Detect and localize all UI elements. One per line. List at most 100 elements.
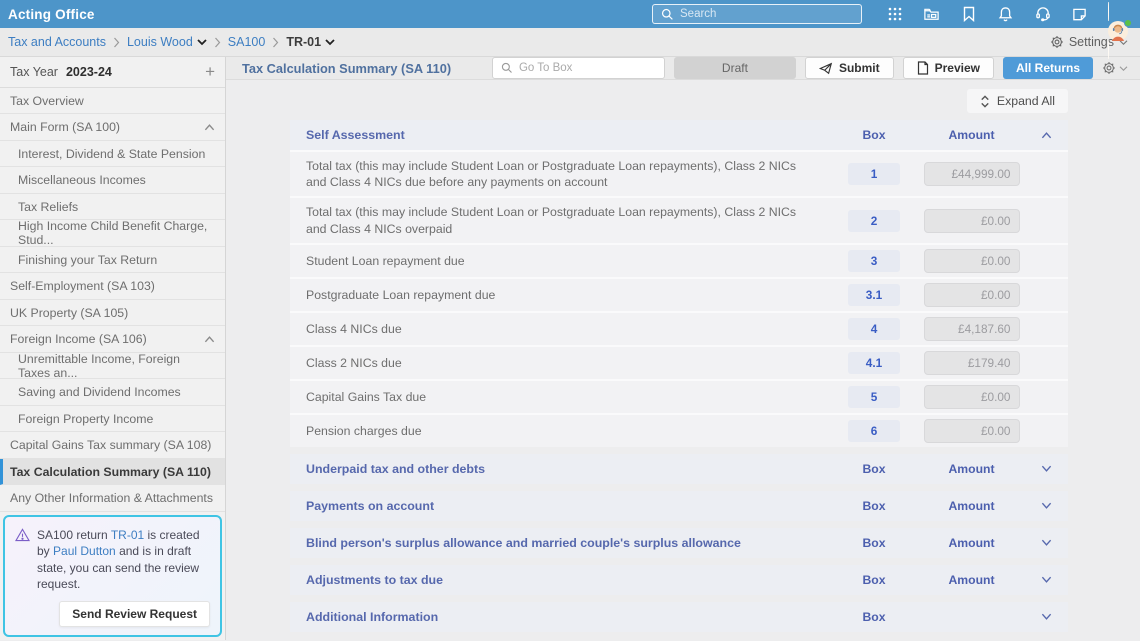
box-number: 3 <box>848 249 900 272</box>
sidebar-item[interactable]: Capital Gains Tax summary (SA 108) <box>0 432 225 459</box>
bookmark-icon[interactable] <box>960 6 977 23</box>
draft-status-button[interactable]: Draft <box>673 57 796 79</box>
row-label: Class 4 NICs due <box>306 321 402 336</box>
workspace-folder-icon[interactable] <box>923 6 940 23</box>
page-settings-menu[interactable] <box>1102 61 1128 75</box>
section-header[interactable]: Adjustments to tax due Box Amount <box>290 564 1068 595</box>
chevron-up-icon <box>204 123 215 132</box>
user-avatar[interactable] <box>1108 2 1132 59</box>
support-headset-icon[interactable] <box>1034 6 1051 23</box>
table-row: Total tax (this may include Student Loan… <box>290 196 1068 243</box>
review-notice: SA100 return TR-01 is created by Paul Du… <box>3 514 222 637</box>
apps-grid-icon[interactable] <box>886 6 903 23</box>
box-column-header: Box <box>862 128 886 142</box>
row-label: Student Loan repayment due <box>306 253 465 268</box>
breadcrumb-separator-icon <box>214 37 221 48</box>
chevron-down-icon[interactable] <box>197 38 207 46</box>
submit-button[interactable]: Submit <box>804 57 894 79</box>
table-row: Total tax (this may include Student Loan… <box>290 150 1068 197</box>
all-returns-button[interactable]: All Returns <box>1002 57 1093 79</box>
sidebar-item[interactable]: Tax Calculation Summary (SA 110) <box>0 458 225 486</box>
sidebar-item-label: Finishing your Tax Return <box>18 252 158 267</box>
row-label: Capital Gains Tax due <box>306 389 427 404</box>
sidebar-item[interactable]: Tax Overview <box>0 87 225 115</box>
search-input[interactable] <box>680 8 853 20</box>
row-label: Total tax (this may include Student Loan… <box>306 159 797 190</box>
sidebar-item[interactable]: Miscellaneous Incomes <box>0 167 225 194</box>
sidebar-item[interactable]: Any Other Information & Attachments <box>0 485 225 512</box>
chevron-down-icon[interactable] <box>1024 538 1068 547</box>
section-title: Payments on account <box>306 498 435 513</box>
table-section: Blind person's surplus allowance and mar… <box>290 527 1068 558</box>
sidebar-item[interactable]: Interest, Dividend & State Pension <box>0 140 225 168</box>
main-header: Tax Calculation Summary (SA 110) Draft S… <box>226 57 1140 80</box>
sidebar-item[interactable]: High Income Child Benefit Charge, Stud..… <box>0 219 225 248</box>
sidebar-item[interactable]: UK Property (SA 105) <box>0 299 225 327</box>
tax-year-value[interactable]: 2023-24 <box>66 65 112 79</box>
search-icon <box>661 8 674 21</box>
chevron-up-icon[interactable] <box>1024 131 1068 140</box>
amount-column-header: Amount <box>948 535 995 550</box>
global-search[interactable] <box>652 4 862 24</box>
table-row: Class 4 NICs due 4 £4,187.60 <box>290 310 1068 345</box>
chevron-down-icon[interactable] <box>1024 464 1068 473</box>
amount-field: £0.00 <box>923 208 1020 233</box>
online-status-dot <box>1124 19 1132 27</box>
section-header[interactable]: Underpaid tax and other debts Box Amount <box>290 453 1068 484</box>
box-number: 3.1 <box>848 283 900 306</box>
note-icon[interactable] <box>1071 6 1088 23</box>
breadcrumb-client[interactable]: Louis Wood <box>127 35 193 49</box>
sidebar-nav: Tax Overview Main Form (SA 100) Interest, … <box>0 87 225 512</box>
section-header[interactable]: Payments on account Box Amount <box>290 490 1068 521</box>
sidebar-item[interactable]: Tax Reliefs <box>0 193 225 221</box>
sidebar-item-label: High Income Child Benefit Charge, Stud..… <box>18 219 208 248</box>
sidebar-item[interactable]: Unremittable Income, Foreign Taxes an... <box>0 352 225 380</box>
sidebar-item[interactable]: Saving and Dividend Incomes <box>0 379 225 406</box>
amount-column-header: Amount <box>948 498 995 513</box>
chevron-down-icon <box>1119 65 1128 72</box>
table-row: Pension charges due 6 £0.00 <box>290 412 1068 447</box>
table-section: Underpaid tax and other debts Box Amount <box>290 453 1068 484</box>
top-bar: Acting Office <box>0 0 1140 59</box>
go-to-box-search[interactable] <box>491 57 665 79</box>
chevron-up-icon <box>204 335 215 344</box>
sidebar-item[interactable]: Self-Employment (SA 103) <box>0 273 225 300</box>
breadcrumb-sa100[interactable]: SA100 <box>228 35 266 49</box>
sidebar-item[interactable]: Foreign Income (SA 106) <box>0 326 225 353</box>
box-number: 2 <box>848 209 900 232</box>
row-label: Pension charges due <box>306 423 422 438</box>
chevron-down-icon[interactable] <box>1024 612 1068 621</box>
sidebar-item[interactable]: Foreign Property Income <box>0 405 225 433</box>
box-number: 5 <box>848 385 900 408</box>
expand-all-label: Expand All <box>996 94 1055 108</box>
section-title: Self Assessment <box>306 128 405 142</box>
amount-column-header: Amount <box>948 572 995 587</box>
notice-link[interactable]: TR-01 <box>111 528 144 542</box>
chevron-down-icon[interactable] <box>1024 575 1068 584</box>
amount-field: £179.40 <box>923 350 1020 375</box>
section-header[interactable]: Additional Information Box <box>290 601 1068 632</box>
preview-button[interactable]: Preview <box>902 57 994 79</box>
sidebar-item[interactable]: Finishing your Tax Return <box>0 246 225 274</box>
breadcrumb-tax-and-accounts[interactable]: Tax and Accounts <box>8 35 106 49</box>
section-header[interactable]: Self Assessment Box Amount <box>290 120 1068 150</box>
table-row: Student Loan repayment due 3 £0.00 <box>290 242 1068 277</box>
add-tax-year-button[interactable]: + <box>205 63 215 80</box>
section-header[interactable]: Blind person's surplus allowance and mar… <box>290 527 1068 558</box>
go-to-box-input[interactable] <box>518 62 656 74</box>
notifications-bell-icon[interactable] <box>997 6 1014 23</box>
sidebar-item-label: Miscellaneous Incomes <box>18 173 146 188</box>
send-review-request-button[interactable]: Send Review Request <box>59 601 210 627</box>
box-number: 6 <box>848 419 900 442</box>
page-title: Tax Calculation Summary (SA 110) <box>242 60 452 76</box>
chevron-down-icon[interactable] <box>325 38 335 46</box>
app-title: Acting Office <box>8 6 95 22</box>
notice-link[interactable]: Paul Dutton <box>53 544 116 558</box>
amount-column-header: Amount <box>948 128 995 142</box>
expand-all-button[interactable]: Expand All <box>966 89 1068 113</box>
sidebar-item[interactable]: Main Form (SA 100) <box>0 114 225 141</box>
chevron-down-icon[interactable] <box>1024 501 1068 510</box>
breadcrumb-return-id[interactable]: TR-01 <box>286 35 321 49</box>
sidebar-item-label: Tax Calculation Summary (SA 110) <box>10 464 211 479</box>
sidebar-item-label: Interest, Dividend & State Pension <box>18 146 206 161</box>
